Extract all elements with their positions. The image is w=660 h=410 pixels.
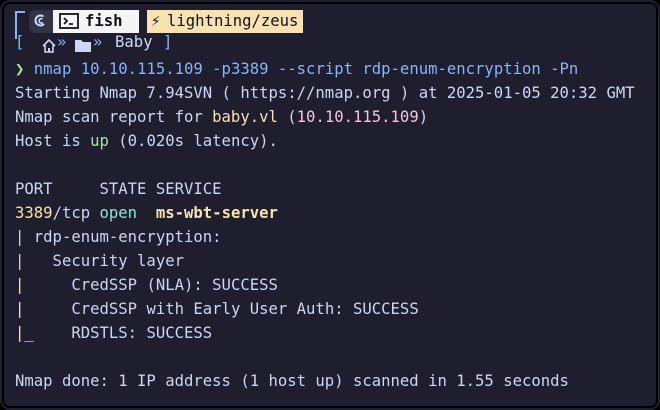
path-separator-icon: » — [57, 33, 67, 51]
prompt-path-line: [ » » Baby ] — [15, 27, 648, 57]
cred-early-text: CredSSP with Early User Auth: SUCCESS — [71, 300, 419, 318]
prompt-status-line: fish ⚡ lightning/zeus — [15, 7, 648, 37]
path-close-bracket: ] — [163, 33, 173, 51]
rdstls-text: RDSTLS: SUCCESS — [71, 324, 213, 342]
terminal-content: fish ⚡ lightning/zeus [ » » Baby ] ❯ nma… — [15, 7, 648, 393]
command-line[interactable]: ❯ nmap 10.10.115.109 -p3389 --script rdp… — [15, 57, 648, 81]
output-start-line: Starting Nmap 7.94SVN ( https://nmap.org… — [15, 84, 635, 102]
host-state: up — [90, 132, 109, 150]
output-cred-early: | CredSSP with Early User Auth: SUCCESS — [15, 297, 648, 321]
output-cred-nla: | CredSSP (NLA): SUCCESS — [15, 273, 648, 297]
tree-pipe: | — [15, 276, 25, 294]
folder-icon — [75, 40, 91, 52]
port-protocol: /tcp — [52, 204, 91, 222]
port-service: ms-wbt-server — [155, 204, 278, 222]
path-label: Baby — [115, 33, 153, 51]
output-done-line: Nmap done: 1 IP address (1 host up) scan… — [15, 372, 569, 390]
host-segment: ⚡ lightning/zeus — [147, 10, 303, 33]
tree-pipe: | — [15, 300, 25, 318]
path-separator-icon: » — [93, 33, 103, 51]
cred-nla-text: CredSSP (NLA): SUCCESS — [71, 276, 278, 294]
host-prefix: Host is — [15, 132, 91, 150]
command-program: nmap — [33, 60, 72, 78]
scan-hostname: baby.vl — [212, 108, 278, 126]
output-security-layer: | Security layer — [15, 252, 184, 270]
terminal-icon — [59, 13, 79, 29]
port-state: open — [99, 204, 138, 222]
debian-icon — [34, 14, 45, 27]
terminal-window[interactable]: fish ⚡ lightning/zeus [ » » Baby ] ❯ nma… — [0, 0, 660, 410]
output-scan-report-line: Nmap scan report for baby.vl (10.10.115.… — [15, 105, 648, 129]
host-label: lightning/zeus — [167, 12, 299, 30]
home-icon — [42, 38, 56, 53]
output-host-line: Host is up (0.020s latency). — [15, 129, 648, 153]
command-args: 10.10.115.109 -p3389 --script rdp-enum-e… — [80, 60, 579, 78]
host-suffix: (0.020s latency). — [108, 132, 278, 150]
prompt-chevron: ❯ — [15, 60, 25, 78]
scan-ip-close: ) — [418, 108, 429, 126]
output-table-header: PORT STATE SERVICE — [15, 180, 222, 198]
scan-ip-open: ( — [277, 108, 297, 126]
os-segment — [29, 10, 53, 33]
output-port-row: 3389/tcp open ms-wbt-server — [15, 201, 648, 225]
scan-report-prefix: Nmap scan report for — [15, 108, 213, 126]
tree-end: |_ — [15, 324, 34, 342]
output-script-name: | rdp-enum-encryption: — [15, 228, 222, 246]
lightning-icon: ⚡ — [151, 12, 161, 30]
shell-name: fish — [85, 12, 123, 30]
shell-segment: fish — [53, 10, 139, 33]
output-rdstls: |_ RDSTLS: SUCCESS — [15, 321, 648, 345]
path-open-bracket: [ — [15, 33, 25, 51]
port-number: 3389 — [15, 204, 53, 222]
scan-ip: 10.10.115.109 — [296, 108, 419, 126]
